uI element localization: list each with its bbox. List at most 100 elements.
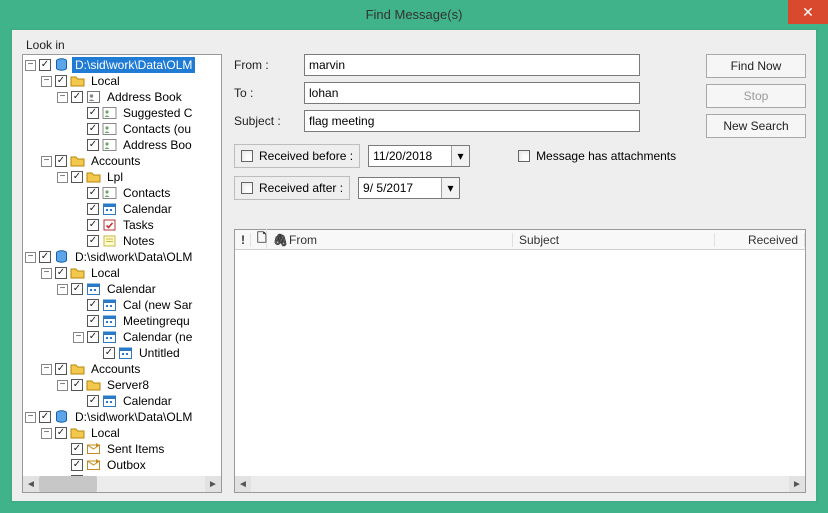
tree-checkbox[interactable]: ✓ <box>71 459 83 471</box>
tree-checkbox[interactable]: ✓ <box>71 443 83 455</box>
collapse-icon[interactable]: − <box>25 60 36 71</box>
collapse-icon[interactable]: − <box>57 172 68 183</box>
collapse-icon[interactable]: − <box>57 380 68 391</box>
scroll-left-icon[interactable]: ◄ <box>23 476 39 492</box>
tree-checkbox[interactable]: ✓ <box>87 299 99 311</box>
tree-checkbox[interactable]: ✓ <box>87 139 99 151</box>
tree-item[interactable]: −✓Server8 <box>25 377 221 393</box>
received-after-checkbox[interactable] <box>241 182 253 194</box>
tree-item[interactable]: −✓Accounts <box>25 153 221 169</box>
col-attach-icon[interactable]: 🖇 <box>267 233 283 247</box>
collapse-icon[interactable]: − <box>25 252 36 263</box>
col-from[interactable]: From <box>283 233 513 247</box>
tree-hscrollbar[interactable]: ◄ ► <box>23 476 221 492</box>
tree-checkbox[interactable]: ✓ <box>71 379 83 391</box>
collapse-icon[interactable]: − <box>73 332 84 343</box>
date-after-picker[interactable]: 9/ 5/2017 ▾ <box>358 177 460 199</box>
tree-item[interactable]: ✓Outbox <box>25 457 221 473</box>
collapse-icon[interactable]: − <box>41 76 52 87</box>
tree-checkbox[interactable]: ✓ <box>55 267 67 279</box>
scroll-right-icon[interactable]: ► <box>205 476 221 492</box>
tree-item[interactable]: −✓Calendar (ne <box>25 329 221 345</box>
chevron-down-icon[interactable]: ▾ <box>441 178 459 198</box>
tree-checkbox[interactable]: ✓ <box>87 331 99 343</box>
tree-item[interactable]: −✓D:\sid\work\Data\OLM <box>25 57 221 73</box>
tree-item[interactable]: −✓D:\sid\work\Data\OLM <box>25 409 221 425</box>
tree-item-label: Accounts <box>88 361 143 377</box>
tree-item[interactable]: ✓Address Boo <box>25 137 221 153</box>
tree-checkbox[interactable]: ✓ <box>103 347 115 359</box>
tree-item[interactable]: −✓Address Book <box>25 89 221 105</box>
tree-checkbox[interactable]: ✓ <box>87 219 99 231</box>
tree-item[interactable]: ✓Calendar <box>25 393 221 409</box>
tree-checkbox[interactable]: ✓ <box>87 107 99 119</box>
chevron-down-icon[interactable]: ▾ <box>451 146 469 166</box>
tree-checkbox[interactable]: ✓ <box>55 363 67 375</box>
collapse-icon[interactable]: − <box>57 284 68 295</box>
tree-checkbox[interactable]: ✓ <box>55 427 67 439</box>
tree-checkbox[interactable]: ✓ <box>87 235 99 247</box>
find-now-button[interactable]: Find Now <box>706 54 806 78</box>
col-flag[interactable]: ! <box>235 233 251 247</box>
received-before-group: Received before : <box>234 144 360 168</box>
scroll-thumb[interactable] <box>39 476 97 492</box>
collapse-icon[interactable]: − <box>57 92 68 103</box>
has-attachments-checkbox[interactable] <box>518 150 530 162</box>
subject-input[interactable] <box>304 110 640 132</box>
scroll-right-icon[interactable]: ► <box>789 476 805 492</box>
collapse-icon[interactable]: − <box>41 156 52 167</box>
tree-checkbox[interactable]: ✓ <box>39 251 51 263</box>
scroll-left-icon[interactable]: ◄ <box>235 476 251 492</box>
stop-button[interactable]: Stop <box>706 84 806 108</box>
tree-checkbox[interactable]: ✓ <box>39 59 51 71</box>
tree-item[interactable]: ✓Sent Items <box>25 441 221 457</box>
from-input[interactable] <box>304 54 640 76</box>
collapse-icon[interactable]: − <box>41 364 52 375</box>
received-before-checkbox[interactable] <box>241 150 253 162</box>
results-hscrollbar[interactable]: ◄ ► <box>235 476 805 492</box>
tree-item[interactable]: −✓ Accounts <box>25 361 221 377</box>
tree-item[interactable]: −✓Calendar <box>25 281 221 297</box>
scroll-track[interactable] <box>39 476 205 492</box>
col-subject[interactable]: Subject <box>513 233 715 247</box>
collapse-icon[interactable]: − <box>41 268 52 279</box>
tree-item[interactable]: ✓Tasks <box>25 217 221 233</box>
collapse-icon[interactable]: − <box>25 412 36 423</box>
collapse-icon[interactable]: − <box>41 428 52 439</box>
results-body[interactable] <box>235 250 805 476</box>
new-search-button[interactable]: New Search <box>706 114 806 138</box>
tree-checkbox[interactable]: ✓ <box>55 75 67 87</box>
tree-item[interactable]: ✓Contacts (ou <box>25 121 221 137</box>
tree-item[interactable]: −✓Local <box>25 265 221 281</box>
tree-checkbox[interactable]: ✓ <box>71 283 83 295</box>
tree-item[interactable]: ✓Untitled <box>25 345 221 361</box>
tree-item[interactable]: −✓D:\sid\work\Data\OLM <box>25 249 221 265</box>
scroll-track[interactable] <box>251 476 789 492</box>
date-before-picker[interactable]: 11/20/2018 ▾ <box>368 145 470 167</box>
tree-checkbox[interactable]: ✓ <box>87 315 99 327</box>
folder-tree[interactable]: −✓D:\sid\work\Data\OLM −✓Local−✓Address … <box>23 55 221 476</box>
tree-item[interactable]: ✓Meetingrequ <box>25 313 221 329</box>
folder-icon <box>70 426 85 440</box>
tree-item[interactable]: −✓Lpl <box>25 169 221 185</box>
close-button[interactable]: ✕ <box>788 0 828 24</box>
tree-item[interactable]: −✓Local <box>25 73 221 89</box>
to-label: To : <box>234 86 304 100</box>
tree-checkbox[interactable]: ✓ <box>71 171 83 183</box>
tree-item[interactable]: ✓Contacts <box>25 185 221 201</box>
tree-checkbox[interactable]: ✓ <box>55 155 67 167</box>
to-input[interactable] <box>304 82 640 104</box>
tree-checkbox[interactable]: ✓ <box>87 123 99 135</box>
tree-item[interactable]: ✓Calendar <box>25 201 221 217</box>
col-received[interactable]: Received <box>715 233 805 247</box>
tree-checkbox[interactable]: ✓ <box>39 411 51 423</box>
tree-checkbox[interactable]: ✓ <box>87 187 99 199</box>
tree-checkbox[interactable]: ✓ <box>87 395 99 407</box>
col-doc-icon[interactable]: 🗋 <box>251 229 267 250</box>
tree-item[interactable]: ✓Cal (new Sar <box>25 297 221 313</box>
tree-checkbox[interactable]: ✓ <box>71 91 83 103</box>
tree-item[interactable]: −✓Local <box>25 425 221 441</box>
tree-checkbox[interactable]: ✓ <box>87 203 99 215</box>
tree-item[interactable]: ✓Suggested C <box>25 105 221 121</box>
tree-item[interactable]: ✓Notes <box>25 233 221 249</box>
